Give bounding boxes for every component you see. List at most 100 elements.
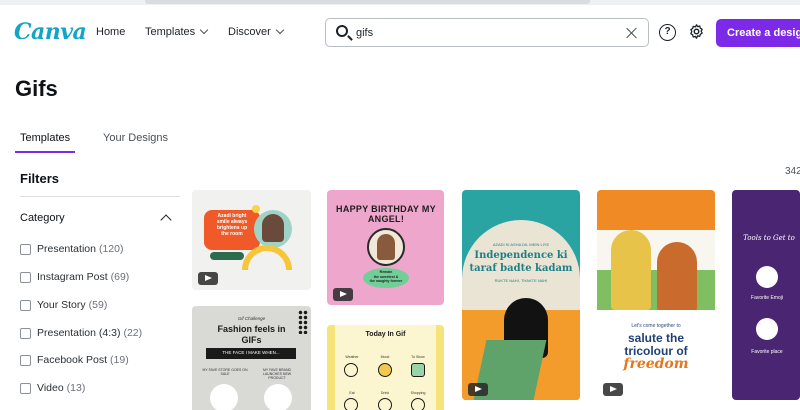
mood-icon xyxy=(378,363,392,377)
template-title: Tools to Get to xyxy=(743,234,795,242)
child-photo xyxy=(377,234,395,260)
template-subtitle: RUKTE NAHI, THAKTE NAHI xyxy=(494,278,548,283)
category-count: (59) xyxy=(88,299,108,311)
category-filter-presentation-4-3[interactable]: Presentation (4:3) (22) xyxy=(20,325,142,341)
checkbox[interactable] xyxy=(20,271,31,283)
template-tag: AZADI KI ASHA DIL MEIN LIYE xyxy=(492,242,550,247)
template-title-line3: freedom xyxy=(623,356,689,372)
nav-templates-label: Templates xyxy=(145,26,196,38)
person-photo xyxy=(262,214,284,242)
white-circle xyxy=(210,384,238,410)
white-circle xyxy=(756,266,778,288)
category-count: (19) xyxy=(110,354,129,366)
play-icon xyxy=(198,272,218,285)
saffron-band xyxy=(597,190,715,230)
white-circle xyxy=(264,384,292,410)
tv-icon xyxy=(411,363,425,377)
template-card[interactable]: Tools to Get to Favorite Emoji Favorite … xyxy=(732,190,800,400)
template-line: the naughty forever xyxy=(369,279,403,283)
checkbox[interactable] xyxy=(20,354,31,366)
filters-title: Filters xyxy=(20,171,60,186)
template-card[interactable]: Gif Challenge Fashion feels in GIFs THE … xyxy=(192,306,311,410)
template-line: the room xyxy=(221,231,243,237)
category-label: Your Story xyxy=(37,299,86,311)
category-filter-instagram-post[interactable]: Instagram Post (69) xyxy=(20,269,129,285)
template-card[interactable]: Azadi bright smile always brightens up t… xyxy=(192,190,311,290)
category-count: (13) xyxy=(66,382,86,394)
help-icon[interactable]: ? xyxy=(659,24,676,41)
nav-discover[interactable]: Discover xyxy=(228,25,285,38)
template-item: Favorite place xyxy=(751,349,783,355)
checkbox[interactable] xyxy=(20,327,31,339)
clear-icon[interactable] xyxy=(624,25,640,41)
search-box xyxy=(325,18,649,47)
nav-templates[interactable]: Templates xyxy=(145,25,209,38)
create-design-button[interactable]: Create a design xyxy=(716,19,800,47)
weather-icon xyxy=(344,363,358,377)
shopping-icon xyxy=(411,398,425,410)
chevron-down-icon xyxy=(275,25,285,35)
checkbox[interactable] xyxy=(20,299,31,311)
template-col: Shopping xyxy=(410,391,426,395)
smiley-icon xyxy=(252,205,260,213)
checkbox[interactable] xyxy=(20,243,31,255)
template-title: salute the xyxy=(627,331,684,345)
template-col: Weather xyxy=(345,355,359,359)
template-col: Drink xyxy=(380,391,390,395)
gear-icon[interactable] xyxy=(688,23,705,40)
tab-your-designs[interactable]: Your Designs xyxy=(103,132,168,144)
category-label: Facebook Post xyxy=(37,354,108,366)
reaction-bar xyxy=(210,252,244,260)
dot-pattern xyxy=(298,310,308,334)
category-label: Instagram Post xyxy=(37,271,108,283)
browser-tab-edge xyxy=(145,0,590,4)
template-title-line2: taraf badte kadam xyxy=(469,263,573,274)
nav-discover-label: Discover xyxy=(228,26,271,38)
filters-divider xyxy=(20,196,180,197)
category-count: (120) xyxy=(98,243,124,255)
search-input[interactable] xyxy=(356,24,616,42)
category-label: Presentation xyxy=(37,243,96,255)
template-col: Eat xyxy=(349,391,355,395)
template-title: HAPPY BIRTHDAY MY ANGEL! xyxy=(336,204,436,224)
nav-home[interactable]: Home xyxy=(96,26,125,38)
template-title-line2: GIFs xyxy=(241,335,262,345)
template-col: To Show xyxy=(411,355,425,359)
category-filter-facebook-post[interactable]: Facebook Post (19) xyxy=(20,352,129,368)
category-count: (69) xyxy=(110,271,130,283)
template-card[interactable]: AZADI KI ASHA DIL MEIN LIYE Independence… xyxy=(462,190,580,400)
checkbox[interactable] xyxy=(20,382,31,394)
nav-home-label: Home xyxy=(96,26,126,38)
template-card[interactable]: Let's come together to salute the tricol… xyxy=(597,190,715,400)
play-icon xyxy=(333,288,353,301)
category-label: Presentation (4:3) xyxy=(37,327,121,339)
play-icon xyxy=(603,383,623,396)
tab-templates[interactable]: Templates xyxy=(20,132,70,144)
page-title: Gifs xyxy=(15,76,58,101)
category-header[interactable]: Category xyxy=(20,212,65,224)
template-card[interactable]: Today In Gif Weather Mood To Show Eat Dr… xyxy=(327,325,444,410)
chevron-up-icon[interactable] xyxy=(160,214,172,226)
template-title: Today In Gif xyxy=(365,331,406,338)
template-title: Independence ki xyxy=(474,250,568,261)
template-bar-text: THE FACE I MAKE WHEN... xyxy=(222,350,280,355)
category-filter-your-story[interactable]: Your Story (59) xyxy=(20,297,107,313)
play-icon xyxy=(468,383,488,396)
white-circle xyxy=(756,318,778,340)
category-filter-presentation[interactable]: Presentation (120) xyxy=(20,241,123,257)
canva-logo[interactable]: Canva xyxy=(14,19,87,45)
template-text: Azadi bright smile always brightens up t… xyxy=(204,213,260,237)
category-filter-video[interactable]: Video (13) xyxy=(20,380,85,396)
template-text: Remain the sweetest & the naughty foreve… xyxy=(363,270,409,284)
template-title: Fashion feels in xyxy=(217,324,286,334)
template-card[interactable]: HAPPY BIRTHDAY MY ANGEL! Remain the swee… xyxy=(327,190,444,305)
category-count: (22) xyxy=(123,327,143,339)
template-left-text: MY FAVE STORE GOES ON SALE xyxy=(202,368,248,376)
search-icon[interactable] xyxy=(336,25,348,37)
template-small-text: Let's come together to xyxy=(631,323,681,329)
template-col: Mood xyxy=(380,355,390,359)
result-count: 342 xyxy=(785,166,800,177)
active-tab-indicator xyxy=(15,151,75,153)
template-right-text: MY FAVE BRAND LAUNCHES NEW PRODUCT xyxy=(262,368,292,380)
person-right xyxy=(657,242,697,312)
